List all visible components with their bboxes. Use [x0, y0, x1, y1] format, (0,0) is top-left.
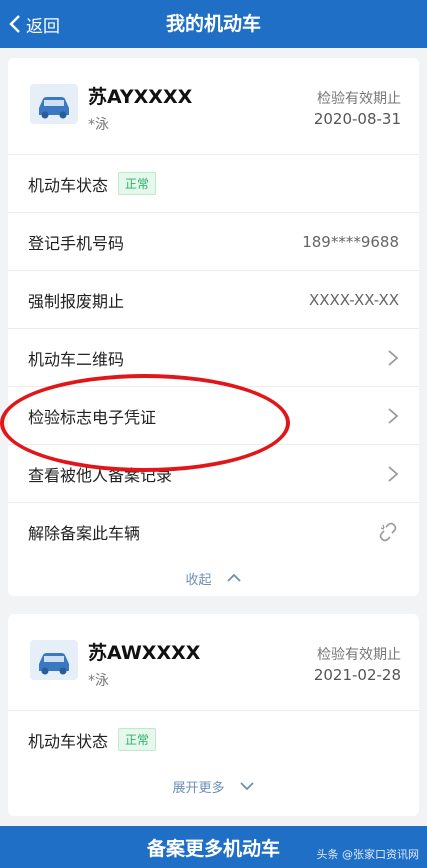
expand-label: 展开更多	[172, 780, 225, 796]
expiry-date: 2021-02-28	[313, 666, 401, 684]
records-label: 查看被他人备案记录	[28, 465, 173, 485]
app-header: 返回 我的机动车	[0, 0, 427, 48]
qr-code-label: 机动车二维码	[28, 349, 125, 369]
chevron-up-icon	[226, 573, 241, 582]
status-row: 机动车状态 正常	[8, 154, 419, 212]
phone-row: 登记手机号码 189****9688	[8, 212, 419, 270]
expiry-date: 2020-08-31	[313, 110, 401, 128]
back-label: 返回	[26, 16, 60, 37]
unbind-label: 解除备案此车辆	[28, 523, 141, 543]
scrap-label: 强制报废期止	[28, 291, 125, 311]
car-icon	[30, 84, 78, 124]
plate-number: 苏AWXXXX	[88, 642, 201, 664]
vehicle-header: 苏AWXXXX *泳 检验有效期止 2021-02-28	[8, 614, 419, 700]
back-button[interactable]: 返回	[8, 0, 60, 48]
plate-number: 苏AYXXXX	[88, 86, 193, 108]
chevron-right-icon	[388, 349, 399, 366]
vehicle-card-2: 苏AWXXXX *泳 检验有效期止 2021-02-28 机动车状态 正常 展开…	[8, 614, 419, 816]
scrap-row: 强制报废期止 XXXX-XX-XX	[8, 270, 419, 328]
vehicle-card-1: 苏AYXXXX *泳 检验有效期止 2020-08-31 机动车状态 正常 登记…	[8, 58, 419, 596]
chevron-down-icon	[239, 782, 254, 791]
collapse-label: 收起	[185, 572, 212, 588]
status-badge: 正常	[118, 172, 157, 195]
chevron-right-icon	[388, 407, 399, 424]
page-title: 我的机动车	[165, 13, 261, 35]
expand-toggle[interactable]: 展开更多	[8, 768, 419, 804]
inspection-certificate-row[interactable]: 检验标志电子凭证	[8, 386, 419, 444]
unbind-row[interactable]: 解除备案此车辆	[8, 502, 419, 560]
owner-name: *泳	[88, 673, 109, 689]
phone-label: 登记手机号码	[28, 233, 125, 253]
collapse-toggle[interactable]: 收起	[8, 560, 419, 596]
owner-name: *泳	[88, 117, 109, 133]
records-row[interactable]: 查看被他人备案记录	[8, 444, 419, 502]
car-icon	[30, 640, 78, 680]
unlink-icon	[379, 522, 397, 541]
vehicle-header: 苏AYXXXX *泳 检验有效期止 2020-08-31	[8, 58, 419, 144]
qr-code-row[interactable]: 机动车二维码	[8, 328, 419, 386]
register-more-label: 备案更多机动车	[146, 837, 280, 860]
chevron-right-icon	[388, 465, 399, 482]
scrap-value: XXXX-XX-XX	[308, 290, 399, 309]
status-label: 机动车状态	[28, 731, 109, 751]
status-row: 机动车状态 正常	[8, 710, 419, 768]
watermark: 头条 @张家口资讯网	[316, 848, 420, 861]
chevron-left-icon	[9, 15, 20, 33]
phone-value: 189****9688	[302, 232, 399, 251]
expiry-label: 检验有效期止	[317, 647, 401, 663]
status-badge: 正常	[118, 728, 157, 751]
expiry-label: 检验有效期止	[317, 91, 401, 107]
inspection-certificate-label: 检验标志电子凭证	[28, 407, 157, 427]
status-label: 机动车状态	[28, 175, 109, 195]
